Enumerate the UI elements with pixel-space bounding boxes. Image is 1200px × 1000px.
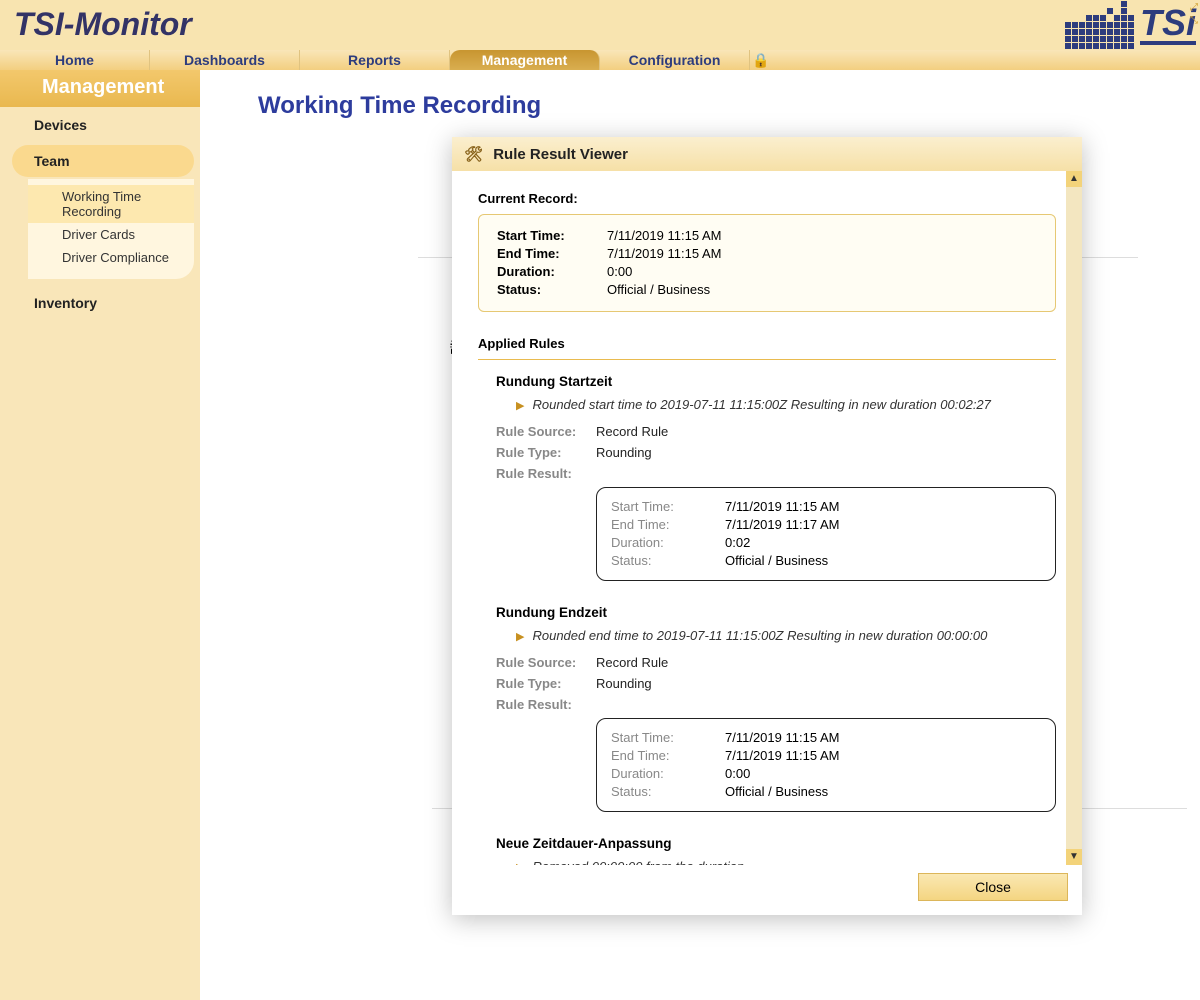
rule-result-box: Start Time:7/11/2019 11:15 AMEnd Time:7/…	[596, 487, 1056, 581]
sidebar-sub-working-time[interactable]: Working Time Recording	[28, 185, 194, 223]
dialog-title-bar: 🛠 Rule Result Viewer	[452, 137, 1082, 171]
dialog-footer: Close	[452, 865, 1082, 915]
sidebar-sub-driver-cards[interactable]: Driver Cards	[28, 223, 194, 246]
tools-icon: 🛠	[464, 145, 483, 163]
sidebar-title: Management	[0, 70, 200, 107]
top-nav: Home Dashboards Reports Management Confi…	[0, 50, 1200, 70]
rule-separator	[478, 359, 1056, 360]
window-corner-controls: ⤢ ⤡	[1190, 2, 1198, 26]
page-title: Working Time Recording	[200, 70, 1200, 120]
sidebar-item-team[interactable]: Team	[12, 145, 194, 177]
applied-rules-heading: Applied Rules	[478, 336, 1056, 351]
rule-name: Neue Zeitdauer-Anpassung	[496, 836, 1056, 851]
dialog-body: ▲ ▼ Current Record: Start Time:7/11/2019…	[452, 171, 1082, 865]
nav-reports[interactable]: Reports	[300, 50, 450, 70]
sidebar-item-inventory[interactable]: Inventory	[0, 285, 200, 321]
rule-message: Rounded end time to 2019-07-11 11:15:00Z…	[516, 628, 1056, 643]
rule-name: Rundung Endzeit	[496, 605, 1056, 620]
nav-management[interactable]: Management	[450, 50, 600, 70]
rule-block: Rundung Endzeit Rounded end time to 2019-…	[478, 605, 1056, 812]
brand-dots-icon	[1065, 1, 1134, 49]
scroll-up-icon[interactable]: ▲	[1066, 171, 1082, 187]
lock-icon[interactable]: 🔒	[750, 50, 772, 70]
app-header: TSI-Monitor TSi ⤢ ⤡	[0, 0, 1200, 50]
rule-message: Rounded start time to 2019-07-11 11:15:0…	[516, 397, 1056, 412]
brand-label: TSi	[1140, 5, 1196, 45]
sidebar-item-devices[interactable]: Devices	[0, 107, 200, 143]
current-record-box: Start Time:7/11/2019 11:15 AM End Time:7…	[478, 214, 1056, 312]
rule-message: Removed 00:00:00 from the duration	[516, 859, 1056, 865]
sidebar-subnav: Working Time Recording Driver Cards Driv…	[28, 179, 194, 279]
brand-logo: TSi	[1065, 0, 1196, 50]
nav-dashboards[interactable]: Dashboards	[150, 50, 300, 70]
collapse-icon[interactable]: ⤡	[1190, 15, 1198, 26]
sidebar: Management Devices Team Working Time Rec…	[0, 70, 200, 1000]
rule-block: Neue Zeitdauer-Anpassung Removed 00:00:00…	[478, 836, 1056, 865]
rule-result-dialog: 🛠 Rule Result Viewer ▲ ▼ Current Record:…	[452, 137, 1082, 915]
nav-configuration[interactable]: Configuration	[600, 50, 750, 70]
dialog-scrollbar[interactable]: ▲ ▼	[1066, 171, 1082, 865]
app-logo-text: TSI-Monitor	[0, 0, 1200, 43]
nav-home[interactable]: Home	[0, 50, 150, 70]
dialog-title: Rule Result Viewer	[493, 146, 628, 163]
rule-name: Rundung Startzeit	[496, 374, 1056, 389]
scroll-down-icon[interactable]: ▼	[1066, 849, 1082, 865]
sidebar-sub-driver-compliance[interactable]: Driver Compliance	[28, 246, 194, 269]
rule-block: Rundung Startzeit Rounded start time to 2…	[478, 374, 1056, 581]
rule-result-box: Start Time:7/11/2019 11:15 AMEnd Time:7/…	[596, 718, 1056, 812]
expand-icon[interactable]: ⤢	[1190, 2, 1198, 13]
close-button[interactable]: Close	[918, 873, 1068, 901]
current-record-heading: Current Record:	[478, 191, 1056, 206]
